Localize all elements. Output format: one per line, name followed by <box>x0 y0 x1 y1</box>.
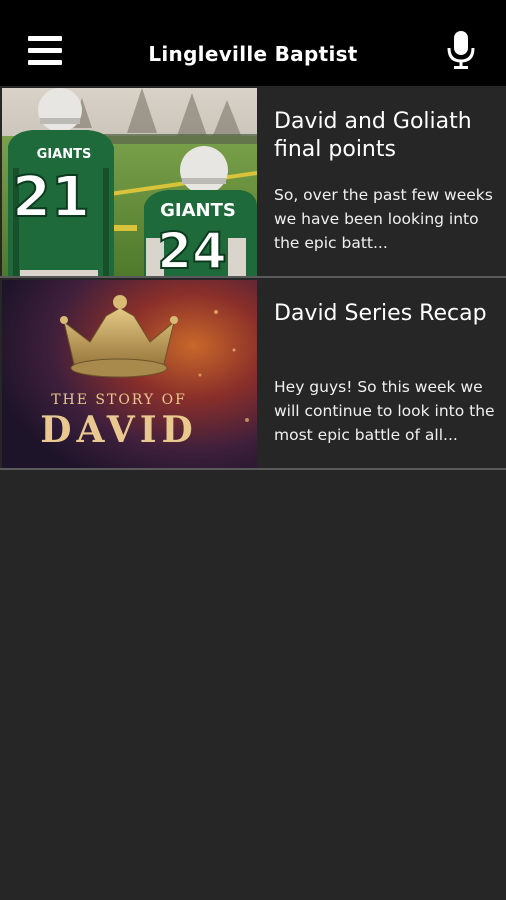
page-title: Lingleville Baptist <box>148 42 358 66</box>
artwork-subtitle-text: THE STORY OF <box>51 392 187 408</box>
post-title: David and Goliath final points <box>274 109 472 162</box>
post-thumbnail: THE STORY OF DAVID <box>2 280 257 468</box>
jersey-team-text: GIANTS <box>37 147 92 162</box>
jersey-number: 21 <box>12 165 90 230</box>
list-item[interactable]: THE STORY OF DAVID David Series Recap He… <box>0 278 506 468</box>
artwork-title-text: DAVID <box>40 409 198 451</box>
app-bar: Lingleville Baptist <box>0 0 506 86</box>
post-excerpt: Hey guys! So this week we will continue … <box>274 378 495 444</box>
list-item[interactable]: GIANTS 21 GIANTS 24 David and Goliath fi… <box>0 86 506 276</box>
menu-bar-line <box>28 36 62 41</box>
jersey-number: 24 <box>157 222 227 276</box>
jersey-team-text: GIANTS <box>160 200 236 221</box>
divider <box>0 468 506 470</box>
microphone-icon[interactable] <box>446 30 476 70</box>
post-title: David Series Recap <box>274 301 487 326</box>
post-excerpt: So, over the past few weeks we have been… <box>274 186 493 252</box>
post-thumbnail: GIANTS 21 GIANTS 24 <box>2 88 257 276</box>
